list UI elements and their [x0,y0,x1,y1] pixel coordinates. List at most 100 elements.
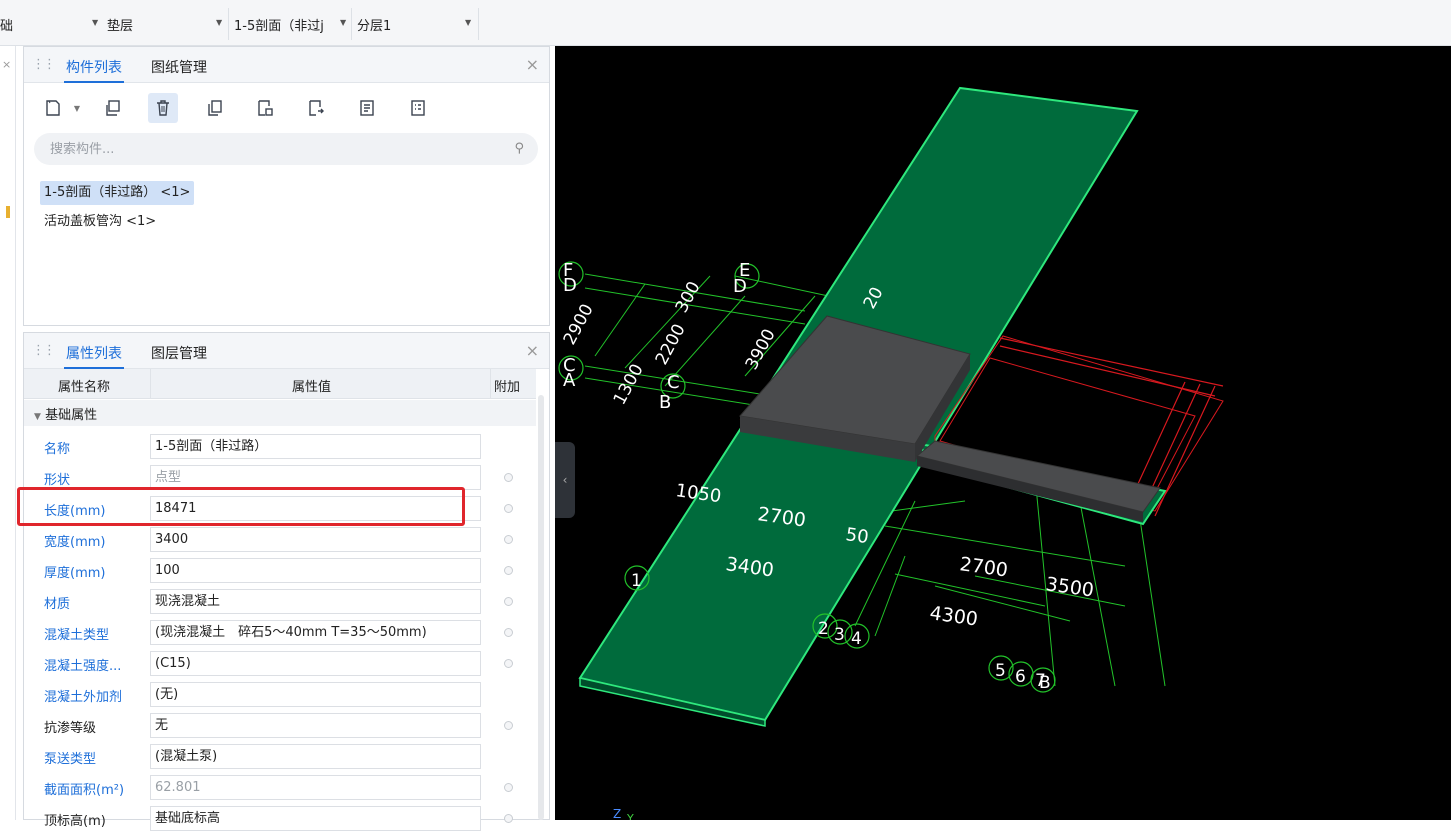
axis-num-6: 6 [1015,667,1026,687]
drag-handle-icon[interactable]: ⋮⋮ [32,343,56,358]
close-icon[interactable]: × [526,55,539,74]
dim-2200: 2200 [652,321,690,369]
property-name: 名称 [44,442,71,457]
search-icon[interactable]: ⚲ [514,141,524,156]
table-row: 混凝土外加剂 (无) [24,679,536,710]
attach-checkbox[interactable] [504,814,513,823]
property-value-field[interactable]: 100 [150,558,481,583]
axis-label-d2: D [733,276,747,297]
sort-icon[interactable] [352,93,382,123]
3d-viewport[interactable]: F D E D C A C B 2900 2200 300 1300 3900 … [555,46,1451,820]
dim-2900: 2900 [560,301,598,349]
attach-checkbox[interactable] [504,783,513,792]
import-icon[interactable] [250,93,280,123]
collapse-caret-icon[interactable]: ▼ [34,412,41,422]
axis-num-5: 5 [995,661,1006,681]
chevron-down-icon[interactable]: ▼ [216,18,222,27]
top-toolbar: 础 ▼ 垫层 ▼ 1-5剖面（非过j ▼ 分层1 ▼ [0,0,1451,46]
component-dropdown-value[interactable]: 1-5剖面（非过j [234,14,324,34]
attach-checkbox[interactable] [504,721,513,730]
chevron-down-icon[interactable]: ▼ [465,18,471,27]
property-name: 混凝土强度... [44,659,122,674]
axis-z-label: Z [613,807,621,820]
delete-icon[interactable] [148,93,178,123]
attach-checkbox[interactable] [504,597,513,606]
filter-list-icon[interactable] [403,93,433,123]
property-name: 截面面积(m²) [44,783,125,798]
close-icon[interactable]: × [2,58,11,71]
axis-label-b: B [659,392,671,413]
dim-1300: 1300 [610,361,648,409]
component-panel-header: ⋮⋮ 构件列表 图纸管理 × [24,47,549,83]
property-name: 材质 [44,597,71,612]
dim-300: 300 [672,278,705,316]
tab-property-list[interactable]: 属性列表 [64,343,124,369]
drag-handle-icon[interactable]: ⋮⋮ [32,57,56,72]
axis-label-a: A [563,370,576,391]
component-search-box: ⚲ [34,133,538,165]
property-name: 抗渗等级 [44,721,97,736]
model-canvas[interactable]: F D E D C A C B 2900 2200 300 1300 3900 … [555,46,1451,820]
toolbar-divider [228,8,229,40]
tab-drawing-management[interactable]: 图纸管理 [151,57,207,77]
search-input[interactable] [34,133,504,165]
chevron-down-icon[interactable]: ▼ [92,18,98,27]
axis-num-2: 2 [818,619,829,639]
attach-checkbox[interactable] [504,628,513,637]
property-value-field[interactable]: (现浇混凝土 碎石5～40mm T=35～50mm) [150,620,481,645]
chevron-left-icon: ‹ [562,473,568,487]
collapse-panel-handle[interactable]: ‹ [555,442,575,518]
list-item[interactable]: 1-5剖面（非过路） <1> [40,181,195,205]
attach-checkbox[interactable] [504,504,513,513]
column-header-value: 属性值 [292,380,332,395]
column-divider [150,369,151,399]
left-collapsed-panel: × [0,46,16,820]
property-value-field[interactable]: (混凝土泵) [150,744,481,769]
highlight-annotation-box [17,487,465,526]
attach-checkbox[interactable] [504,535,513,544]
close-icon[interactable]: × [526,341,539,360]
property-value-field[interactable]: 基础底标高 [150,806,481,831]
new-component-icon[interactable] [38,93,68,123]
property-value-field[interactable]: (C15) [150,651,481,676]
dim-3900: 3900 [742,326,780,374]
layer-dropdown-value[interactable]: 分层1 [357,14,391,34]
axis-num-1: 1 [631,571,642,591]
property-scrollbar[interactable] [538,395,544,820]
category-dropdown-value[interactable]: 础 [0,14,13,34]
property-name: 混凝土外加剂 [44,690,123,705]
toolbar-divider [478,8,479,40]
property-value-field[interactable]: 62.801 [150,775,481,800]
export-icon[interactable] [301,93,331,123]
table-row: 混凝土类型 (现浇混凝土 碎石5～40mm T=35～50mm) [24,617,536,648]
property-value-field[interactable]: 现浇混凝土 [150,589,481,614]
property-list-panel: ⋮⋮ 属性列表 图层管理 × 属性名称 属性值 附加 ▼ 基础属性 名称 1-5… [23,332,550,831]
attach-checkbox[interactable] [504,566,513,575]
component-list-panel: ⋮⋮ 构件列表 图纸管理 × ▼ ⚲ 1-5 [23,46,550,326]
attach-checkbox[interactable] [504,473,513,482]
chevron-down-icon[interactable]: ▼ [71,93,83,123]
duplicate-layer-icon[interactable] [199,93,229,123]
dim-3500: 3500 [1044,573,1095,602]
table-row: 顶标高(m) 基础底标高 [24,803,536,834]
property-value-field[interactable]: (无) [150,682,481,707]
property-value-field[interactable]: 无 [150,713,481,738]
table-row: 混凝土强度... (C15) [24,648,536,679]
chevron-down-icon[interactable]: ▼ [340,18,346,27]
property-group-basic[interactable]: ▼ 基础属性 [24,400,536,426]
property-table-header: 属性名称 属性值 附加 [24,369,536,399]
property-value-field[interactable]: 3400 [150,527,481,552]
property-value-field[interactable]: 1-5剖面（非过路） [150,434,481,459]
tab-component-list[interactable]: 构件列表 [64,57,124,83]
folder-marker-icon [6,206,10,218]
tab-layer-management[interactable]: 图层管理 [151,343,207,363]
type-dropdown-value[interactable]: 垫层 [107,14,133,34]
column-divider [490,369,491,399]
copy-icon[interactable] [97,93,127,123]
list-item[interactable]: 活动盖板管沟 <1> [40,210,160,234]
attach-checkbox[interactable] [504,659,513,668]
property-name: 厚度(mm) [44,566,106,581]
dim-4300: 4300 [928,602,979,631]
axis-label-d: D [563,275,577,296]
axis-num-3: 3 [834,625,845,645]
